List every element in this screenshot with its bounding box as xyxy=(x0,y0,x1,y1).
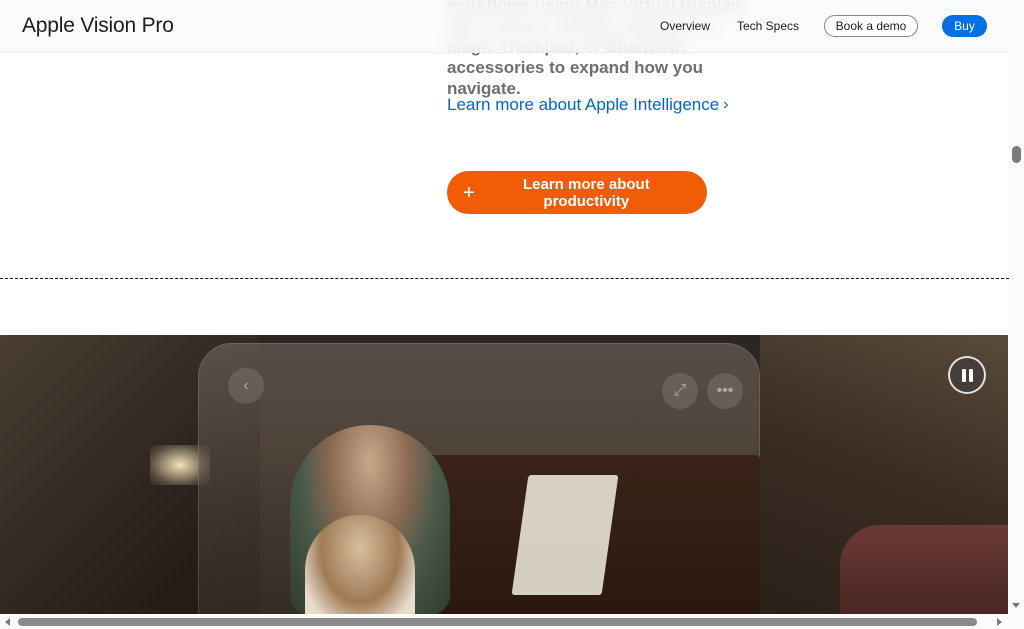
scroll-down-icon[interactable] xyxy=(1012,603,1020,608)
learn-more-link-label: Learn more about Apple Intelligence xyxy=(447,95,720,114)
learn-more-productivity-button[interactable]: + Learn more about productivity xyxy=(447,171,707,214)
scene-armchair xyxy=(840,525,1008,615)
brand-title[interactable]: Apple Vision Pro xyxy=(22,14,174,38)
product-nav-header: Apple Vision Pro Overview Tech Specs Boo… xyxy=(0,0,1009,53)
vertical-scroll-thumb[interactable] xyxy=(1012,146,1021,163)
pause-icon xyxy=(961,368,966,382)
scroll-right-icon[interactable] xyxy=(997,618,1002,626)
plus-icon: + xyxy=(463,181,475,204)
vertical-scrollbar[interactable] xyxy=(1009,0,1024,614)
more-icon: ••• xyxy=(707,373,743,409)
nav-tech-specs[interactable]: Tech Specs xyxy=(737,19,799,33)
nav-overview[interactable]: Overview xyxy=(660,19,710,33)
section-divider[interactable] xyxy=(0,278,1009,279)
buy-button[interactable]: Buy xyxy=(942,15,987,37)
scroll-left-icon[interactable] xyxy=(5,618,10,626)
video-player: ‹ ⤢ ••• xyxy=(0,335,1008,615)
scene-child xyxy=(305,515,415,615)
back-icon: ‹ xyxy=(228,368,264,404)
learn-more-apple-intelligence-link[interactable]: Learn more about Apple Intelligence › xyxy=(447,95,729,115)
pause-icon-bar xyxy=(968,368,973,382)
expand-icon: ⤢ xyxy=(662,373,698,409)
cta-label: Learn more about productivity xyxy=(523,175,650,210)
horizontal-scroll-thumb[interactable] xyxy=(18,618,977,626)
pause-button[interactable] xyxy=(948,356,986,394)
book-demo-button[interactable]: Book a demo xyxy=(824,15,918,37)
chevron-right-icon[interactable]: › xyxy=(723,96,728,114)
scene-sheet-music xyxy=(511,475,619,595)
horizontal-scrollbar[interactable] xyxy=(0,614,1024,629)
